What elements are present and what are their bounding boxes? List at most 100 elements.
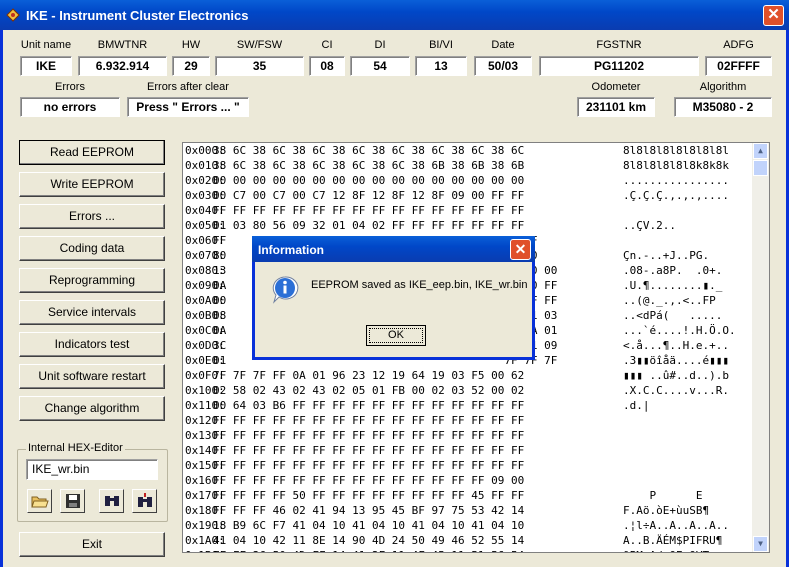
coding-data-button[interactable]: Coding data (19, 236, 165, 261)
hex-row: 0x130: FF FF FF FF FF FF FF FF FF FF FF F… (183, 428, 769, 443)
hex-bytes: 01 03 80 56 09 32 01 04 02 FF FF FF FF F… (213, 219, 525, 232)
hw-value: 29 (172, 56, 210, 76)
hex-bytes: 02 58 02 43 02 43 02 05 01 FB 00 02 03 5… (213, 384, 525, 397)
hex-row: 0x170: FF FF FF FF 50 FF FF FF FF FF FF F… (183, 488, 769, 503)
find-next-icon (137, 493, 152, 507)
change-algorithm-button[interactable]: Change algorithm (19, 396, 165, 421)
sw-fsw-label: SW/FSW (236, 39, 283, 51)
fgstnr-value: PG11202 (539, 56, 699, 76)
open-folder-button[interactable] (27, 489, 52, 513)
algorithm-label: Algorithm (699, 81, 747, 93)
information-dialog: Information ✕ EEPROM saved as IKE_eep.bi… (252, 236, 535, 360)
hex-ascii: ..<dPá( ..... (623, 309, 723, 322)
hex-row: 0x160: FF FF FF FF FF FF FF FF FF FF FF F… (183, 473, 769, 488)
vertical-scrollbar[interactable]: ▲ ▼ (752, 143, 769, 552)
find-button[interactable] (99, 489, 124, 513)
hex-row: 0x120: FF FF FF FF FF FF FF FF FF FF FF F… (183, 413, 769, 428)
service-intervals-button[interactable]: Service intervals (19, 300, 165, 325)
hex-ascii: Çn.-..+J..PG. (623, 249, 710, 262)
hex-bytes: FF FF FF FF FF FF FF FF FF FF FF FF FF F… (213, 204, 525, 217)
exit-button[interactable]: Exit (19, 532, 165, 557)
hex-bytes: 7F 7F 7F FF 0A 01 96 23 12 19 64 19 03 F… (213, 369, 525, 382)
hex-bytes: 41 04 10 42 11 8E 14 90 4D 24 50 49 46 5… (213, 534, 525, 547)
hex-row: 0x030: 00 C7 00 C7 00 C7 12 8F 12 8F 12 8… (183, 188, 769, 203)
hex-ascii: .Ç.Ç.Ç.‚.‚.‚.... (623, 189, 729, 202)
hex-ascii: .¦l÷A..A..A..A.. (623, 519, 729, 532)
hex-bytes: FF FF FF FF FF FF FF FF FF FF FF FF FF F… (213, 474, 525, 487)
hex-row: 0x180: FF FF FF 46 02 41 94 13 95 45 BF 9… (183, 503, 769, 518)
hex-ascii: A..B.ÄÉM$PIFRU¶ (623, 534, 723, 547)
scroll-thumb[interactable] (753, 160, 768, 176)
hex-ascii: ..ÇV.2.. (623, 219, 676, 232)
hex-row: 0x150: FF FF FF FF FF FF FF FF FF FF FF F… (183, 458, 769, 473)
ok-button[interactable]: OK (366, 325, 426, 346)
reprogramming-button[interactable]: Reprogramming (19, 268, 165, 293)
sw-fsw-value: 35 (215, 56, 304, 76)
unit-name-value: IKE (20, 56, 72, 76)
date-value: 50/03 (474, 56, 532, 76)
errors-after-clear-label: Errors after clear (147, 81, 229, 93)
errors-after-clear-value: Press " Errors ... " (127, 97, 249, 117)
hex-ascii: ▮▮▮ ..û#..d..).b (623, 369, 729, 382)
di-value: 54 (350, 56, 410, 76)
hex-row: 0x1A0: 41 04 10 42 11 8E 14 90 4D 24 50 4… (183, 533, 769, 548)
read-eeprom-button[interactable]: Read EEPROM (19, 140, 165, 165)
di-label: DI (374, 39, 386, 51)
hex-bytes: 00 00 00 00 00 00 00 00 00 00 00 00 00 0… (213, 174, 525, 187)
unit-software-restart-button[interactable]: Unit software restart (19, 364, 165, 389)
scroll-up-icon[interactable]: ▲ (753, 143, 768, 159)
hex-ascii: P E (623, 489, 703, 502)
unit-name-label: Unit name (20, 39, 72, 51)
hw-label: HW (181, 39, 201, 51)
fgstnr-label: FGSTNR (596, 39, 642, 51)
hex-row: 0x010: 38 6C 38 6C 38 6C 38 6C 38 6C 38 6… (183, 158, 769, 173)
hex-bytes: 38 6C 38 6C 38 6C 38 6C 38 6C 38 6C 38 6… (213, 144, 525, 157)
bmwtnr-value: 6.932.914 (78, 56, 167, 76)
indicators-test-button[interactable]: Indicators test (19, 332, 165, 357)
ci-value: 08 (309, 56, 345, 76)
hex-bytes: FF FF 26 50 4D FF 14 41 2F 11 4F 45 11 5… (213, 548, 524, 552)
find-next-button[interactable] (132, 489, 157, 513)
date-label: Date (491, 39, 515, 51)
hex-row: 0x040: FF FF FF FF FF FF FF FF FF FF FF F… (183, 203, 769, 218)
save-button[interactable] (60, 489, 85, 513)
hex-row: 0x0F0: 7F 7F 7F FF 0A 01 96 23 12 19 64 1… (183, 368, 769, 383)
hex-bytes: 18 B9 6C F7 41 04 10 41 04 10 41 04 10 4… (213, 519, 525, 532)
hex-ascii: .3▮▮öîåä....é▮▮▮ (623, 354, 729, 367)
hex-ascii: &PM.A/.OE.QVT (623, 548, 709, 552)
hex-file-field[interactable]: IKE_wr.bin (26, 459, 158, 480)
hex-ascii: <.å...¶..H.e.+.. (623, 339, 729, 352)
adfg-label: ADFG (723, 39, 754, 51)
hex-ascii: ...`é....!.H.Ö.O. (623, 324, 736, 337)
hex-row: 0x100: 02 58 02 43 02 43 02 05 01 FB 00 0… (183, 383, 769, 398)
hex-ascii: F.Aö.òE+ùuSB¶ (623, 504, 710, 517)
hex-bytes: 38 6C 38 6C 38 6C 38 6C 38 6C 38 6B 38 6… (213, 159, 525, 172)
scroll-down-icon[interactable]: ▼ (753, 536, 768, 552)
write-eeprom-button[interactable]: Write EEPROM (19, 172, 165, 197)
odometer-label: Odometer (591, 81, 641, 93)
close-window-button[interactable]: ✕ (763, 5, 784, 26)
hex-row: 0x000: 38 6C 38 6C 38 6C 38 6C 38 6C 38 6… (183, 143, 769, 158)
errors-button[interactable]: Errors ... (19, 204, 165, 229)
hex-bytes: FF FF FF FF FF FF FF FF FF FF FF FF FF F… (213, 414, 525, 427)
hex-row: 0x190: 18 B9 6C F7 41 04 10 41 04 10 41 0… (183, 518, 769, 533)
dialog-close-button[interactable]: ✕ (510, 239, 531, 260)
save-icon (65, 494, 80, 508)
window-title: IKE - Instrument Cluster Electronics (26, 8, 249, 23)
ci-label: CI (321, 39, 333, 51)
hex-ascii: .08-.a8P. .0+. (623, 264, 723, 277)
hex-ascii: ..(@._.,.<..FP (623, 294, 716, 307)
odometer-value: 231101 km (577, 97, 655, 117)
hex-row: 0x050: 01 03 80 56 09 32 01 04 02 FF FF F… (183, 218, 769, 233)
hex-row: 0x140: FF FF FF FF FF FF FF FF FF FF FF F… (183, 443, 769, 458)
errors-value: no errors (20, 97, 120, 117)
algorithm-value: M35080 - 2 (674, 97, 772, 117)
hex-ascii: 8l8l8l8l8l8k8k8k (623, 159, 729, 172)
hex-ascii: .X.C.C....v...R. (623, 384, 729, 397)
hex-row: 0x110: 00 64 03 B6 FF FF FF FF FF FF FF F… (183, 398, 769, 413)
open-folder-icon (30, 496, 49, 508)
hex-row: 0x020: 00 00 00 00 00 00 00 00 00 00 00 0… (183, 173, 769, 188)
hex-bytes: 00 64 03 B6 FF FF FF FF FF FF FF FF FF F… (213, 399, 525, 412)
hex-editor-label: Internal HEX-Editor (26, 442, 125, 454)
errors-label: Errors (55, 81, 85, 93)
